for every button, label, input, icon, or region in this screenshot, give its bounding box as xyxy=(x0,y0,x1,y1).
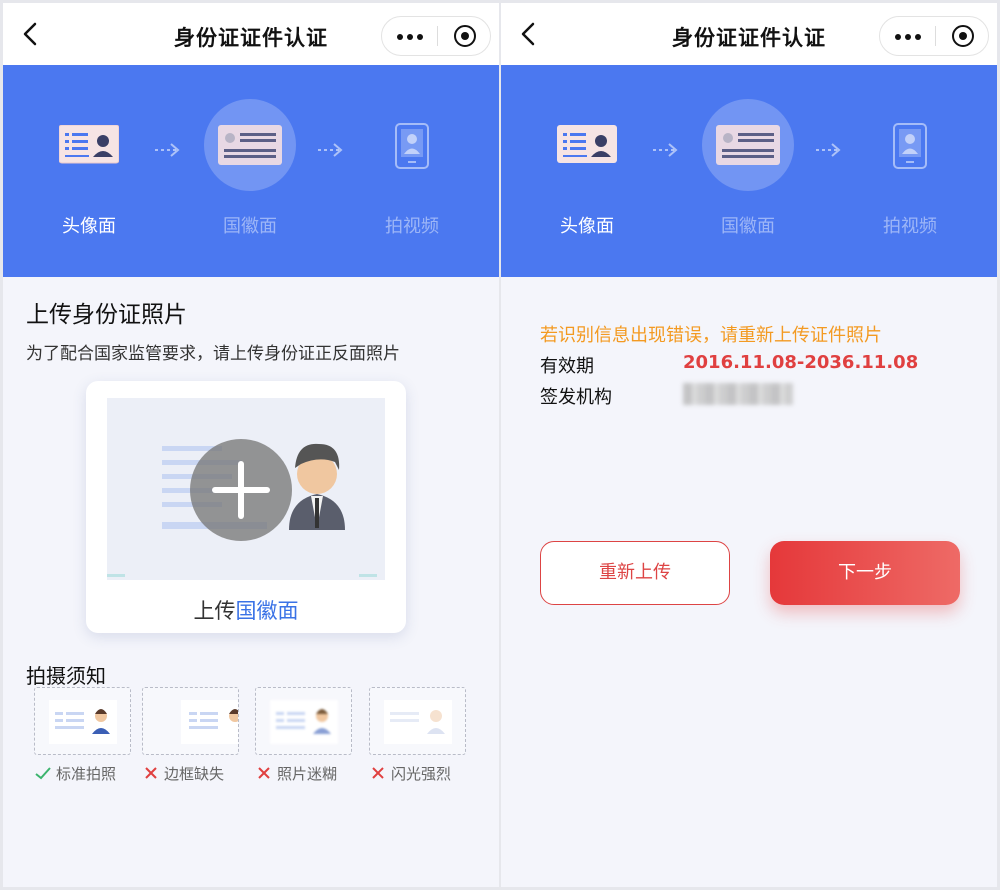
step-banner: 头像面 国徽面 拍视频 xyxy=(501,65,997,277)
step-video-label: 拍视频 xyxy=(883,216,937,237)
validity-value: 2016.11.08-2036.11.08 xyxy=(683,352,919,373)
tip-missing-border-image xyxy=(142,687,239,755)
tip-standard: 标准拍照 xyxy=(34,687,131,783)
reupload-button[interactable]: 重新上传 xyxy=(540,541,730,605)
cross-icon xyxy=(258,767,270,779)
tip-blurry-label: 照片迷糊 xyxy=(255,763,375,784)
tip-blurry-image xyxy=(255,687,352,755)
step-video: 拍视频 xyxy=(362,65,462,277)
nav-bar: 身份证证件认证 xyxy=(3,3,499,65)
step-arrow-icon xyxy=(318,143,343,157)
step-arrow-icon xyxy=(155,143,180,157)
close-target-icon[interactable] xyxy=(438,17,491,55)
id-card-front-icon xyxy=(59,125,119,164)
tip-missing-border-label: 边框缺失 xyxy=(142,763,262,784)
tip-flash-label: 闪光强烈 xyxy=(369,763,489,784)
phone-video-icon xyxy=(893,123,927,169)
authority-label: 签发机构 xyxy=(540,387,612,408)
authority-value-redacted xyxy=(683,383,793,405)
step-front: 头像面 xyxy=(537,65,637,277)
step-front-label: 头像面 xyxy=(560,216,614,237)
recognition-warning: 若识别信息出现错误，请重新上传证件照片 xyxy=(540,325,882,346)
tip-standard-label: 标准拍照 xyxy=(34,763,154,784)
upload-emblem-label: 上传国徽面 xyxy=(193,599,299,623)
next-step-button[interactable]: 下一步 xyxy=(770,541,960,605)
validity-label: 有效期 xyxy=(540,356,594,377)
step-arrow-icon xyxy=(653,143,678,157)
mini-program-capsule xyxy=(381,16,491,56)
tip-flash: 闪光强烈 xyxy=(369,687,466,783)
cross-icon xyxy=(372,767,384,779)
tip-missing-border: 边框缺失 xyxy=(142,687,239,783)
tip-flash-image xyxy=(369,687,466,755)
cross-icon xyxy=(145,767,157,779)
step-video: 拍视频 xyxy=(860,65,960,277)
id-card-front-icon xyxy=(557,125,617,163)
step-banner: 头像面 国徽面 拍视频 xyxy=(3,65,499,277)
upload-emblem-card[interactable]: 上传国徽面 xyxy=(86,381,406,633)
step-video-label: 拍视频 xyxy=(385,216,439,237)
close-target-icon[interactable] xyxy=(936,17,989,55)
confirm-screen: 身份证证件认证 头像面 国徽面 拍视频 若识别信息出现错误，请重新上传证件照片 … xyxy=(501,3,997,887)
check-icon xyxy=(35,767,51,780)
add-photo-icon[interactable] xyxy=(190,439,292,541)
more-icon[interactable] xyxy=(880,17,935,55)
step-emblem: 国徽面 xyxy=(200,65,300,277)
tip-standard-image xyxy=(34,687,131,755)
more-icon[interactable] xyxy=(382,17,437,55)
upload-description: 为了配合国家监管要求，请上传身份证正反面照片 xyxy=(26,344,400,364)
id-card-back-icon xyxy=(716,125,780,165)
upload-title: 上传身份证照片 xyxy=(26,302,187,328)
mini-program-capsule xyxy=(879,16,989,56)
tip-blurry: 照片迷糊 xyxy=(255,687,352,783)
step-emblem-label: 国徽面 xyxy=(223,216,277,237)
step-emblem: 国徽面 xyxy=(698,65,798,277)
step-front: 头像面 xyxy=(39,65,139,277)
step-front-label: 头像面 xyxy=(62,216,116,237)
step-arrow-icon xyxy=(816,143,841,157)
id-card-back-icon xyxy=(218,125,282,165)
upload-screen: 身份证证件认证 头像面 国徽面 拍视频 上传身份证照片 为了配合国家监管要求，请… xyxy=(3,3,499,887)
tips-title: 拍摄须知 xyxy=(26,664,106,688)
nav-bar: 身份证证件认证 xyxy=(501,3,997,65)
step-emblem-label: 国徽面 xyxy=(721,216,775,237)
phone-video-icon xyxy=(395,123,429,169)
